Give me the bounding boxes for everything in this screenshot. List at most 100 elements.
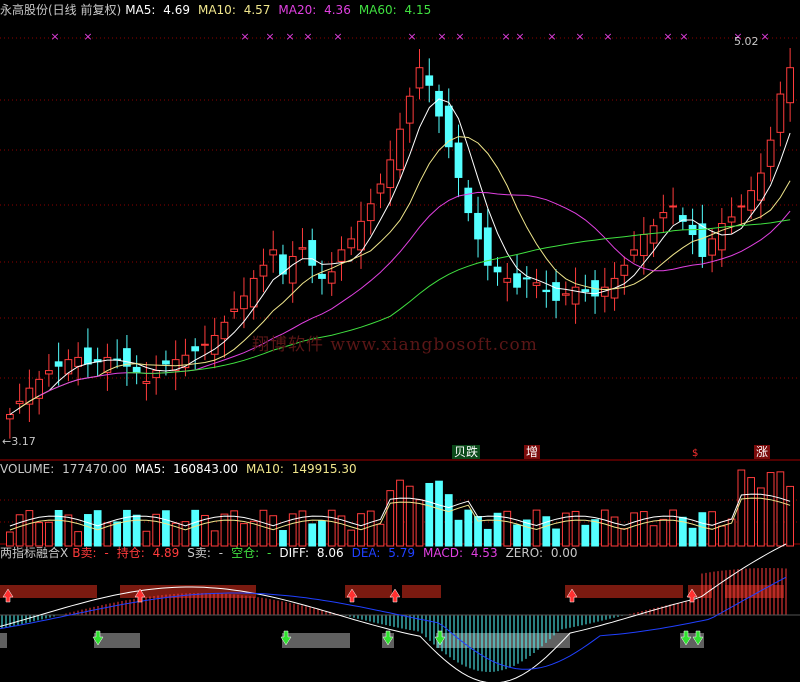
- volume-bar: [74, 531, 83, 547]
- signal-mark: ×: [83, 30, 92, 43]
- signal-mark: ×: [760, 30, 769, 43]
- signal-zeng: 增: [524, 445, 541, 459]
- candle-body: [84, 347, 92, 365]
- candle-body: [522, 277, 531, 280]
- watermark: 翔博软件 www.xiangbosoft.com: [252, 335, 538, 355]
- volume-bar: [327, 509, 336, 547]
- volume-bar: [415, 499, 424, 547]
- candle-body: [201, 343, 209, 346]
- volume-bar: [25, 510, 34, 547]
- volume-bar: [93, 510, 102, 547]
- candle-body: [776, 93, 785, 133]
- volume-bar: [630, 512, 638, 547]
- volume-panel-header: VOLUME: 177470.00 MA5: 160843.00 MA10: 149…: [0, 462, 365, 476]
- candle-body: [532, 282, 541, 286]
- signal-mark: ×: [265, 30, 274, 43]
- volume-bar: [688, 527, 697, 547]
- volume-bar: [366, 510, 375, 547]
- signal-mark: ×: [455, 30, 464, 43]
- candle-body: [756, 172, 765, 201]
- vol-ma10-label: MA10: 149915.30: [246, 462, 357, 476]
- volume-bar: [405, 485, 414, 547]
- stock-title: 永高股份(日线 前复权): [0, 3, 122, 17]
- indicator-panel-header: 两指标融合X B卖: - 持仓: 4.89 S卖: - 空仓: - DIFF: 8.06 D…: [0, 546, 586, 560]
- candle-body: [45, 370, 53, 375]
- candle-body: [318, 273, 326, 279]
- candle-body: [6, 413, 14, 420]
- volume-bar: [152, 513, 161, 547]
- volume-bar: [308, 523, 317, 547]
- candle-body: [396, 128, 404, 171]
- volume-bar: [552, 528, 560, 547]
- volume-bar: [698, 512, 707, 547]
- candle-body: [142, 381, 151, 384]
- volume-bar: [503, 510, 512, 547]
- signal-mark: ×: [285, 30, 294, 43]
- hold-bar: [0, 585, 97, 598]
- volume-label: VOLUME: 177470.00: [0, 462, 128, 476]
- hold-label: 持仓: 4.89: [116, 546, 180, 560]
- volume-bar: [513, 524, 521, 547]
- empty-label: 空仓: -: [231, 546, 272, 560]
- candle-body: [493, 266, 502, 273]
- empty-bar: [0, 633, 7, 648]
- candle-body: [454, 142, 463, 178]
- candle-body: [737, 205, 746, 208]
- candle-body: [649, 225, 658, 244]
- candle-body: [659, 212, 668, 219]
- diff-label: DIFF: 8.06: [279, 546, 344, 560]
- volume-bar: [269, 515, 278, 547]
- volume-bar: [425, 482, 434, 547]
- candle-body: [357, 220, 365, 251]
- vol-ma5-label: MA5: 160843.00: [135, 462, 239, 476]
- signal-small: $: [692, 448, 699, 459]
- volume-bar: [591, 519, 599, 547]
- candle-body: [210, 334, 219, 355]
- volume-bar: [15, 514, 24, 547]
- candle-body: [415, 67, 424, 89]
- volume-bar: [396, 479, 404, 547]
- signal-mark: ×: [437, 30, 446, 43]
- macd-label: MACD: 4.53: [423, 546, 498, 560]
- volume-bar: [493, 512, 502, 547]
- volume-bar: [766, 472, 775, 547]
- volume-bar: [747, 477, 755, 547]
- volume-bar: [737, 469, 746, 547]
- candle-body: [152, 370, 161, 379]
- volume-bar: [444, 494, 453, 547]
- signal-mark: ×: [501, 30, 510, 43]
- candle-body: [571, 286, 580, 305]
- candle-body: [347, 238, 356, 249]
- volume-bar: [600, 509, 609, 547]
- candle-body: [513, 273, 521, 288]
- candle-body: [435, 90, 443, 117]
- candle-body: [327, 271, 336, 284]
- dea-label: DEA: 5.79: [351, 546, 416, 560]
- candle-body: [54, 361, 63, 367]
- signal-mark: ×: [50, 30, 59, 43]
- candle-body: [405, 95, 414, 124]
- candle-body: [269, 249, 278, 256]
- volume-bar: [786, 485, 794, 547]
- empty-bar: [282, 633, 350, 648]
- candle-body: [425, 75, 434, 86]
- volume-bar: [298, 510, 307, 547]
- volume-bar: [123, 509, 131, 547]
- candle-body: [162, 360, 170, 365]
- candle-body: [74, 356, 83, 367]
- volume-bar: [84, 514, 92, 547]
- signal-mark: ×: [333, 30, 342, 43]
- volume-bar: [64, 514, 73, 547]
- volume-bar: [639, 511, 648, 547]
- candle-body: [240, 295, 248, 310]
- candle-body: [191, 346, 200, 352]
- candle-body: [288, 255, 297, 284]
- candle-body: [630, 249, 638, 256]
- candle-body: [503, 277, 512, 283]
- signal-mark: ×: [515, 30, 524, 43]
- candle-body: [474, 212, 482, 240]
- volume-bar: [717, 525, 726, 547]
- volume-bar: [610, 516, 619, 547]
- signal-mark: ×: [547, 30, 556, 43]
- volume-bar: [483, 528, 492, 547]
